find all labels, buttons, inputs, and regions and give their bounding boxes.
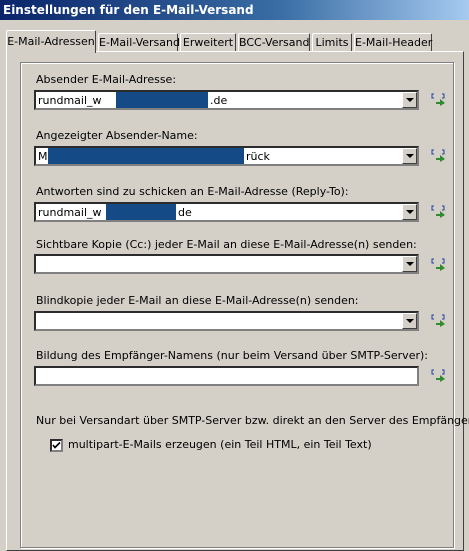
checkmark-icon bbox=[52, 441, 61, 449]
sender-label: Absender E-Mail-Adresse: bbox=[36, 73, 177, 86]
reply-to-combo[interactable]: rundmail_w de bbox=[34, 202, 419, 222]
tab-email-sending[interactable]: E-Mail-Versand bbox=[98, 33, 180, 52]
cc-label: Sichtbare Kopie (Cc:) jeder E-Mail an di… bbox=[36, 238, 417, 251]
redaction-bar bbox=[116, 92, 208, 108]
bcc-label: Blindkopie jeder E-Mail an diese E-Mail-… bbox=[36, 294, 359, 307]
insert-placeholder-icon[interactable] bbox=[431, 313, 449, 329]
tab-limits[interactable]: Limits bbox=[312, 33, 352, 52]
insert-placeholder-icon[interactable] bbox=[431, 257, 449, 273]
bcc-combo[interactable] bbox=[34, 311, 419, 331]
tab-email-addresses[interactable]: E-Mail-Adressen bbox=[6, 30, 96, 53]
tab-strip: E-Mail-Adressen E-Mail-Versand Erweitert… bbox=[0, 30, 469, 53]
redaction-bar bbox=[48, 148, 244, 164]
tab-advanced[interactable]: Erweitert bbox=[180, 33, 236, 52]
insert-placeholder-icon[interactable] bbox=[431, 148, 449, 164]
tab-email-header[interactable]: E-Mail-Header bbox=[354, 33, 432, 52]
multipart-label[interactable]: multipart-E-Mails erzeugen (ein Teil HTM… bbox=[68, 438, 372, 451]
chevron-down-icon[interactable] bbox=[402, 204, 417, 220]
cc-combo[interactable] bbox=[34, 254, 419, 274]
smtp-note: Nur bei Versandart über SMTP-Server bzw.… bbox=[36, 414, 469, 427]
reply-to-value-prefix: rundmail_w bbox=[38, 206, 102, 219]
redaction-bar bbox=[106, 204, 176, 220]
chevron-down-icon[interactable] bbox=[402, 313, 417, 329]
insert-placeholder-icon[interactable] bbox=[431, 368, 449, 384]
chevron-down-icon[interactable] bbox=[402, 92, 417, 108]
recipient-name-label: Bildung des Empfänger-Namens (nur beim V… bbox=[36, 349, 428, 362]
reply-to-value-suffix: de bbox=[178, 206, 192, 219]
sender-combo[interactable]: rundmail_w .de bbox=[34, 90, 419, 110]
window-title: Einstellungen für den E-Mail-Versand bbox=[0, 0, 469, 20]
insert-placeholder-icon[interactable] bbox=[431, 204, 449, 220]
sender-value-suffix: .de bbox=[210, 94, 228, 107]
chevron-down-icon[interactable] bbox=[402, 148, 417, 164]
chevron-down-icon[interactable] bbox=[402, 256, 417, 272]
insert-placeholder-icon[interactable] bbox=[431, 92, 449, 108]
tab-bcc-sending[interactable]: BCC-Versand bbox=[238, 33, 310, 52]
sender-value-prefix: rundmail_w bbox=[38, 94, 102, 107]
reply-to-label: Antworten sind zu schicken an E-Mail-Adr… bbox=[36, 185, 349, 198]
display-name-combo[interactable]: M. rück bbox=[34, 146, 419, 166]
multipart-checkbox[interactable] bbox=[50, 439, 63, 452]
display-name-label: Angezeigter Absender-Name: bbox=[36, 129, 198, 142]
recipient-name-input[interactable] bbox=[34, 366, 419, 386]
display-name-value-suffix: rück bbox=[246, 150, 270, 163]
